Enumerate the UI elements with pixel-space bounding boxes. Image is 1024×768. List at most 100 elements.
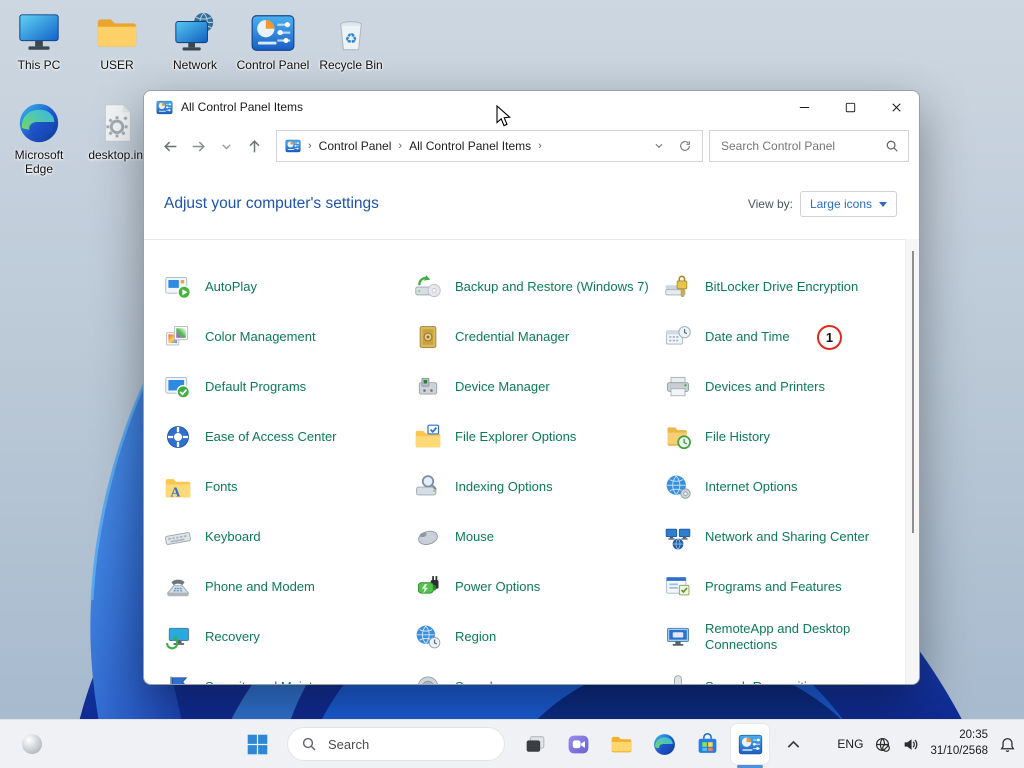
item-label: Region <box>455 629 496 645</box>
control-panel-item-backup-and-restore-windows-7-[interactable]: Backup and Restore (Windows 7) <box>414 262 664 312</box>
item-label: Device Manager <box>455 379 550 395</box>
item-label: Internet Options <box>705 479 798 495</box>
control-panel-item-ease-of-access-center[interactable]: Ease of Access Center <box>164 412 414 462</box>
desktop-icon-network[interactable]: Network <box>156 10 234 73</box>
mouse-cursor <box>496 105 511 127</box>
system-tray: ENG 20:35 31/10/2568 <box>837 720 1016 768</box>
item-label: Phone and Modem <box>205 579 315 595</box>
desktop-icon-control-panel[interactable]: Control Panel <box>234 10 312 73</box>
control-panel-item-credential-manager[interactable]: Credential Manager <box>414 312 664 362</box>
control-panel-item-mouse[interactable]: Mouse <box>414 512 664 562</box>
item-label: Security and Maintenance <box>205 679 355 684</box>
language-indicator[interactable]: ENG <box>837 737 863 751</box>
taskbar-control-panel-button[interactable] <box>731 724 769 764</box>
control-panel-search[interactable] <box>709 130 909 162</box>
forward-button[interactable] <box>184 131 212 161</box>
item-label: BitLocker Drive Encryption <box>705 279 858 295</box>
control-panel-item-keyboard[interactable]: Keyboard <box>164 512 414 562</box>
volume-icon[interactable] <box>902 736 919 753</box>
taskbar-store-button[interactable] <box>688 724 726 764</box>
control-panel-item-region[interactable]: Region <box>414 612 664 662</box>
control-panel-item-autoplay[interactable]: AutoPlay <box>164 262 414 312</box>
taskbar-task-view-button[interactable] <box>516 724 554 764</box>
control-panel-item-date-and-time[interactable]: Date and Time <box>664 312 905 362</box>
control-panel-item-internet-options[interactable]: Internet Options <box>664 462 905 512</box>
control-panel-item-recovery[interactable]: Recovery <box>164 612 414 662</box>
mouse-icon <box>414 523 442 551</box>
taskbar-search[interactable] <box>287 727 505 761</box>
item-label: Power Options <box>455 579 540 595</box>
back-button[interactable] <box>156 131 184 161</box>
control-panel-item-bitlocker-drive-encryption[interactable]: BitLocker Drive Encryption <box>664 262 905 312</box>
item-label: Indexing Options <box>455 479 553 495</box>
indexing-options-icon <box>414 473 442 501</box>
programs-features-icon <box>664 573 692 601</box>
svg-text:A: A <box>170 486 181 501</box>
control-panel-item-devices-and-printers[interactable]: Devices and Printers <box>664 362 905 412</box>
control-panel-item-phone-and-modem[interactable]: Phone and Modem <box>164 562 414 612</box>
control-panel-item-file-history[interactable]: File History <box>664 412 905 462</box>
control-panel-item-default-programs[interactable]: Default Programs <box>164 362 414 412</box>
recent-pages-button[interactable] <box>212 131 240 161</box>
taskbar-apps <box>516 724 812 764</box>
window-controls <box>781 91 919 123</box>
address-bar[interactable]: ›Control Panel›All Control Panel Items› <box>276 130 703 162</box>
desktop-icon-user[interactable]: USER <box>78 10 156 73</box>
desktop-icon-recycle-bin[interactable]: ♻ Recycle Bin <box>312 10 390 73</box>
widgets-button[interactable] <box>20 732 44 756</box>
notification-bell-icon[interactable] <box>999 736 1016 753</box>
item-label: Speech Recognition <box>705 679 821 684</box>
scrollbar-thumb[interactable] <box>912 251 914 533</box>
address-dropdown-button[interactable] <box>652 139 666 153</box>
breadcrumb: ›Control Panel›All Control Panel Items› <box>306 139 544 153</box>
svg-text:♻: ♻ <box>345 32 358 48</box>
control-panel-item-network-and-sharing-center[interactable]: Network and Sharing Center <box>664 512 905 562</box>
device-manager-icon <box>414 373 442 401</box>
address-bar-tail <box>652 139 694 153</box>
control-panel-item-file-explorer-options[interactable]: File Explorer Options <box>414 412 664 462</box>
item-label: Backup and Restore (Windows 7) <box>455 279 649 295</box>
up-button[interactable] <box>240 131 268 161</box>
item-label: Fonts <box>205 479 238 495</box>
desktop-icon-label: Control Panel <box>234 59 312 73</box>
breadcrumb-item[interactable]: All Control Panel Items <box>409 139 531 153</box>
refresh-button[interactable] <box>678 139 692 153</box>
search-input[interactable] <box>719 138 879 154</box>
control-panel-item-security-and-maintenance[interactable]: Security and Maintenance <box>164 662 414 684</box>
network-globe-icon[interactable] <box>874 736 891 753</box>
control-panel-item-sound[interactable]: Sound <box>414 662 664 684</box>
desktop-icon-microsoft-edge[interactable]: Microsoft Edge <box>0 100 78 177</box>
control-panel-item-indexing-options[interactable]: Indexing Options <box>414 462 664 512</box>
control-panel-item-device-manager[interactable]: Device Manager <box>414 362 664 412</box>
desktop-icon-this-pc[interactable]: This PC <box>0 10 78 73</box>
desktop-icon-label: USER <box>78 59 156 73</box>
vertical-scrollbar[interactable] <box>905 239 919 684</box>
taskbar-tray-chevron-button[interactable] <box>774 724 812 764</box>
taskbar-clock[interactable]: 20:35 31/10/2568 <box>930 728 988 759</box>
control-panel-item-remoteapp-and-desktop-connections[interactable]: RemoteApp and Desktop Connections <box>664 612 905 662</box>
item-label: Color Management <box>205 329 316 345</box>
control-panel-item-fonts[interactable]: A Fonts <box>164 462 414 512</box>
taskbar: ENG 20:35 31/10/2568 <box>0 719 1024 768</box>
item-label: File Explorer Options <box>455 429 576 445</box>
region-icon <box>414 623 442 651</box>
search-icon <box>885 139 899 153</box>
minimize-button[interactable] <box>781 91 827 123</box>
view-by-label: View by: <box>748 197 793 211</box>
close-button[interactable] <box>873 91 919 123</box>
taskbar-file-explorer-button[interactable] <box>602 724 640 764</box>
control-panel-item-programs-and-features[interactable]: Programs and Features <box>664 562 905 612</box>
start-button[interactable] <box>238 724 276 764</box>
taskbar-edge-button[interactable] <box>645 724 683 764</box>
control-panel-item-power-options[interactable]: Power Options <box>414 562 664 612</box>
taskbar-search-input[interactable] <box>326 736 460 753</box>
view-by-dropdown[interactable]: Large icons <box>800 191 897 217</box>
breadcrumb-item[interactable]: Control Panel <box>319 139 392 153</box>
maximize-button[interactable] <box>827 91 873 123</box>
desktop-icon-label: Recycle Bin <box>312 59 390 73</box>
desktop-icon-label: Network <box>156 59 234 73</box>
control-panel-item-color-management[interactable]: Color Management <box>164 312 414 362</box>
taskbar-chat-button[interactable] <box>559 724 597 764</box>
phone-modem-icon <box>164 573 192 601</box>
control-panel-item-speech-recognition[interactable]: Speech Recognition <box>664 662 905 684</box>
